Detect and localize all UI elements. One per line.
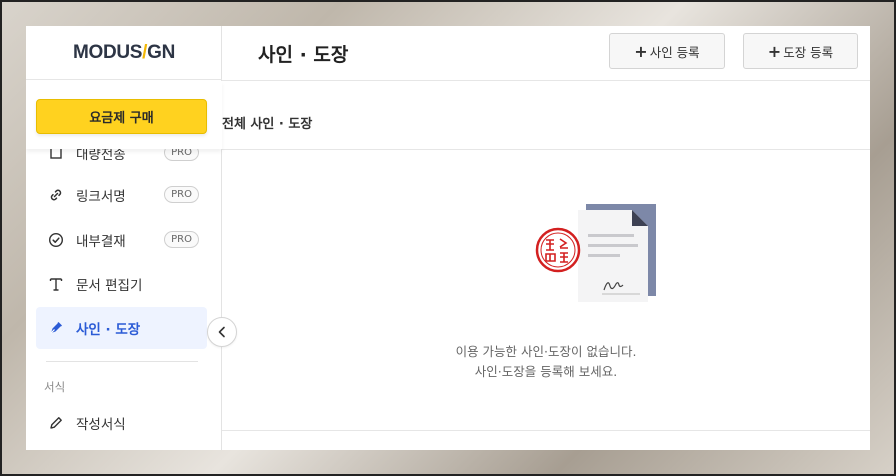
chevron-left-icon (217, 323, 227, 342)
sidebar-item-label: 문서 편집기 (76, 278, 143, 294)
add-stamp-label: 도장 등록 (783, 44, 834, 60)
sidebar: MODUS/GN 대량전송 PRO 요금제 구매 링크서명 PRO 내부결재 P… (26, 26, 222, 450)
add-stamp-button[interactable]: + 도장 등록 (743, 33, 858, 69)
check-circle-icon (46, 230, 66, 250)
text-icon (46, 274, 66, 294)
buy-plan-button[interactable]: 요금제 구매 (36, 99, 207, 134)
sidebar-divider (46, 361, 198, 362)
sidebar-item-link-sign[interactable]: 링크서명 PRO (36, 174, 207, 216)
empty-state-illustration (534, 204, 660, 308)
add-sign-button[interactable]: + 사인 등록 (609, 33, 725, 69)
empty-state-message: 이용 가능한 사인·도장이 없습니다. 사인·도장을 등록해 보세요. (222, 342, 870, 382)
sidebar-item-label: 사인 · 도장 (76, 322, 141, 338)
sidebar-item-doc-editor[interactable]: 문서 편집기 (36, 263, 207, 305)
pencil-icon (46, 413, 66, 433)
link-icon (46, 185, 66, 205)
pen-icon (46, 318, 66, 338)
page-title: 사인 · 도장 (258, 44, 349, 66)
empty-state-line1: 이용 가능한 사인·도장이 없습니다. (455, 344, 637, 359)
sidebar-item-label: 내부결재 (76, 234, 126, 250)
sidebar-item-label: 작성서식 (76, 417, 126, 433)
content-divider (222, 430, 870, 431)
logo: MODUS/GN (72, 41, 176, 63)
sidebar-collapse-button[interactable] (207, 317, 237, 347)
filter-bar: 전체 사인 · 도장 (222, 82, 870, 150)
plus-icon: + (767, 41, 782, 61)
app-window: MODUS/GN 대량전송 PRO 요금제 구매 링크서명 PRO 내부결재 P… (26, 26, 870, 450)
add-sign-label: 사인 등록 (649, 44, 700, 60)
sidebar-item-sign-stamp[interactable]: 사인 · 도장 (36, 307, 207, 349)
sidebar-item-label: 링크서명 (76, 189, 126, 205)
header: 사인 · 도장 + 사인 등록 + 도장 등록 (222, 26, 870, 81)
sidebar-item-internal-approval[interactable]: 내부결재 PRO (36, 219, 207, 261)
plus-icon: + (634, 41, 648, 61)
pro-badge: PRO (164, 186, 199, 203)
sidebar-item-templates[interactable]: 작성서식 (36, 402, 207, 444)
pro-badge: PRO (164, 231, 199, 248)
filter-tab-all[interactable]: 전체 사인 · 도장 (222, 113, 312, 132)
logo-area[interactable]: MODUS/GN (26, 26, 222, 80)
empty-state-line2: 사인·도장을 등록해 보세요. (474, 364, 618, 379)
section-label-templates: 서식 (44, 380, 66, 394)
